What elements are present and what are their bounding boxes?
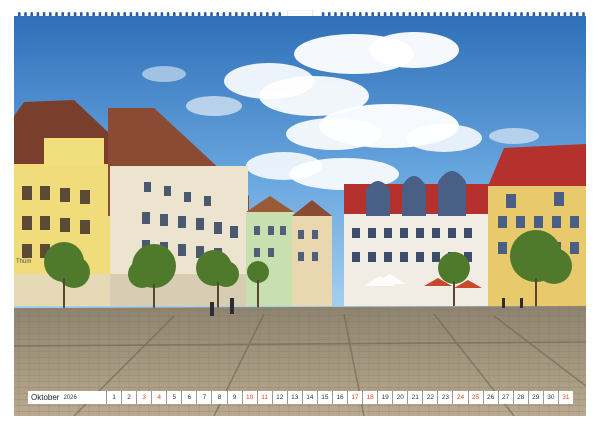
calendar-day: 12 <box>271 391 287 404</box>
calendar-day: 25 <box>467 391 483 404</box>
calendar-day: 21 <box>407 391 422 404</box>
calendar-page: Thüm Oktober 2026 1 2 3 4 5 6 7 8 9 10 1… <box>0 0 600 432</box>
calendar-day: 23 <box>437 391 452 404</box>
calendar-day: 4 <box>151 391 166 404</box>
calendar-day: 8 <box>211 391 226 404</box>
calendar-day: 31 <box>557 391 573 404</box>
calendar-day: 6 <box>181 391 196 404</box>
calendar-day: 13 <box>286 391 302 404</box>
month-label: Oktober 2026 <box>28 391 106 404</box>
calendar-day: 28 <box>512 391 528 404</box>
calendar-day: 7 <box>196 391 211 404</box>
month-name: Oktober <box>31 393 60 402</box>
calendar-day: 11 <box>256 391 272 404</box>
calendar-day: 27 <box>497 391 513 404</box>
calendar-day: 20 <box>392 391 407 404</box>
calendar-day: 5 <box>166 391 181 404</box>
calendar-day: 2 <box>121 391 136 404</box>
calendar-day: 1 <box>106 391 121 404</box>
calendar-day: 3 <box>136 391 151 404</box>
calendar-day: 9 <box>226 391 242 404</box>
calendar-day: 14 <box>301 391 317 404</box>
calendar-day: 30 <box>542 391 558 404</box>
building-sign: Thüm <box>16 259 31 265</box>
calendar-day: 19 <box>377 391 392 404</box>
calendar-strip: Oktober 2026 1 2 3 4 5 6 7 8 9 10 11 12 13 14 15 16 17 18… <box>28 391 573 404</box>
calendar-day: 15 <box>316 391 332 404</box>
calendar-day: 29 <box>527 391 543 404</box>
town-square-photo: Thüm <box>14 16 586 416</box>
year-label: 2026 <box>63 394 77 401</box>
day-row: 1 2 3 4 5 6 7 8 9 10 11 12 13 14 15 16 17 18 19 20 21 22 23 24 2… <box>106 391 573 404</box>
calendar-day: 24 <box>452 391 467 404</box>
calendar-day: 18 <box>362 391 377 404</box>
calendar-day: 16 <box>331 391 347 404</box>
calendar-day: 22 <box>422 391 437 404</box>
calendar-day: 26 <box>482 391 498 404</box>
calendar-day: 17 <box>347 391 362 404</box>
calendar-day: 10 <box>241 391 257 404</box>
